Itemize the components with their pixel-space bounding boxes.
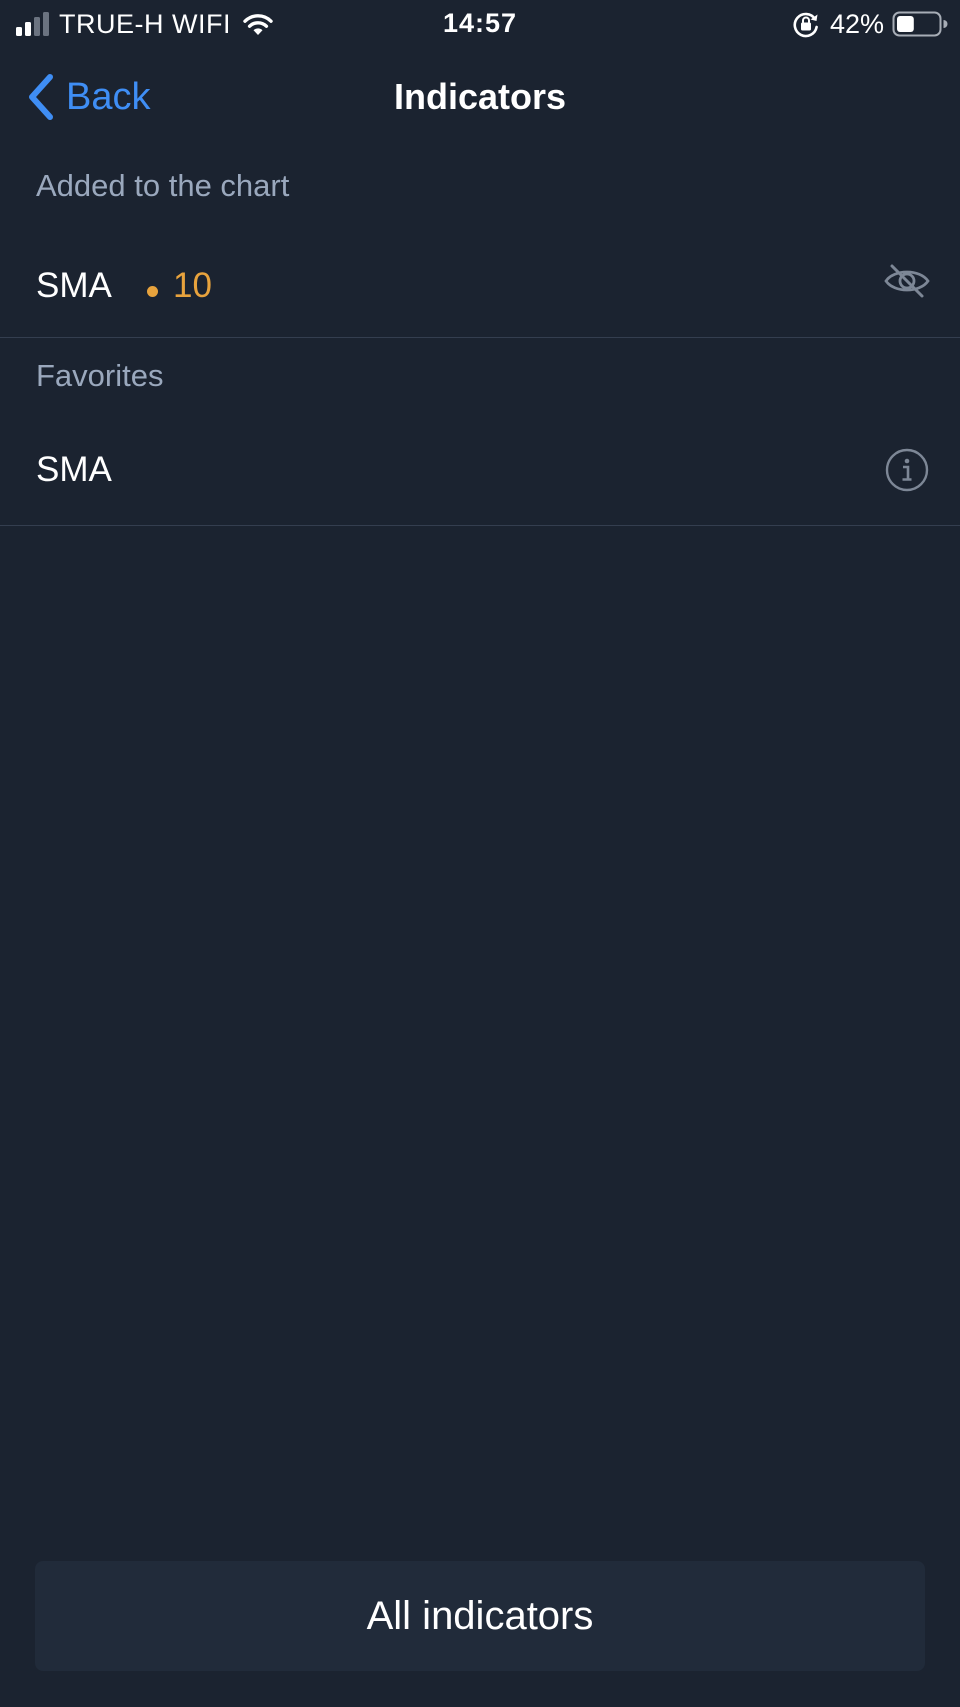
param-dot bbox=[147, 286, 158, 297]
indicators-screen: TRUE-H WIFI 14:57 42% Back Indicators Ad… bbox=[0, 0, 960, 1707]
section-header-added: Added to the chart bbox=[36, 168, 290, 203]
indicator-row-sma-added[interactable]: SMA 10 bbox=[0, 230, 960, 336]
indicator-param: 10 bbox=[173, 266, 212, 305]
divider bbox=[0, 337, 960, 338]
status-bar: TRUE-H WIFI 14:57 42% bbox=[0, 0, 960, 48]
all-indicators-label: All indicators bbox=[366, 1593, 594, 1638]
battery-percent: 42% bbox=[829, 8, 884, 39]
battery-icon bbox=[892, 11, 948, 37]
status-right: 42% bbox=[792, 8, 948, 40]
info-icon[interactable] bbox=[884, 447, 930, 493]
divider bbox=[0, 525, 960, 526]
nav-bar: Back Indicators bbox=[0, 60, 960, 134]
orientation-lock-icon bbox=[793, 12, 818, 38]
indicator-name: SMA bbox=[36, 266, 112, 305]
page-title: Indicators bbox=[393, 76, 567, 117]
indicator-row-sma-favorite[interactable]: SMA bbox=[0, 420, 960, 525]
eye-off-icon[interactable] bbox=[884, 258, 930, 304]
section-header-favorites: Favorites bbox=[36, 358, 164, 393]
indicator-name: SMA bbox=[36, 450, 112, 489]
all-indicators-button[interactable]: All indicators bbox=[35, 1561, 925, 1671]
